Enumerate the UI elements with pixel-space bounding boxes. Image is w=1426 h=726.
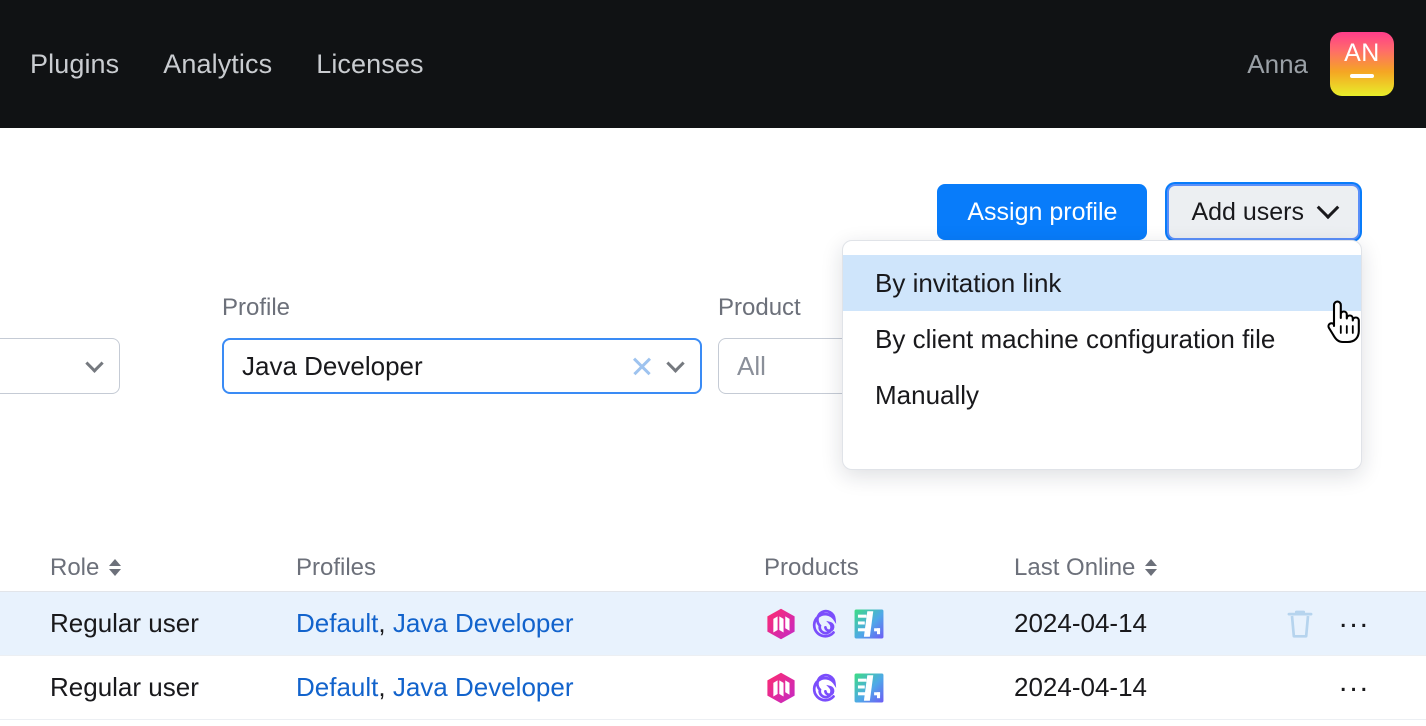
table-header-row: Role Profiles Products Last Online bbox=[0, 544, 1426, 592]
column-header-last-online-label: Last Online bbox=[1014, 554, 1135, 582]
more-actions-icon[interactable]: ... bbox=[1339, 603, 1370, 645]
users-table: Role Profiles Products Last Online Regul… bbox=[0, 544, 1426, 720]
rubymine-spiral-icon bbox=[808, 671, 842, 705]
add-users-dropdown-menu: By invitation link By client machine con… bbox=[842, 240, 1362, 470]
column-header-last-online[interactable]: Last Online bbox=[1014, 554, 1274, 582]
cell-role: Regular user bbox=[50, 672, 296, 703]
add-users-button[interactable]: Add users bbox=[1167, 184, 1360, 240]
menu-item-by-invitation-link[interactable]: By invitation link bbox=[843, 255, 1361, 311]
avatar[interactable]: AN bbox=[1330, 32, 1394, 96]
datagrip-square-icon bbox=[852, 607, 886, 641]
sort-icon[interactable] bbox=[1145, 559, 1157, 576]
menu-item-manually[interactable]: Manually bbox=[843, 367, 1361, 423]
chevron-down-icon[interactable] bbox=[85, 354, 103, 372]
assign-profile-button[interactable]: Assign profile bbox=[937, 184, 1147, 240]
primary-nav-links: Plugins Analytics Licenses bbox=[30, 49, 424, 80]
nav-link-licenses[interactable]: Licenses bbox=[316, 49, 423, 80]
chevron-down-icon bbox=[1317, 196, 1340, 219]
chevron-down-icon[interactable] bbox=[666, 354, 684, 372]
cell-products bbox=[764, 671, 1014, 705]
table-row[interactable]: Regular user Default, Java Developer bbox=[0, 656, 1426, 720]
avatar-initials: AN bbox=[1344, 41, 1380, 66]
filter-label-product: Product bbox=[718, 294, 801, 322]
profile-link-java-developer[interactable]: Java Developer bbox=[393, 608, 574, 639]
nuget-hexagon-icon bbox=[764, 671, 798, 705]
column-header-role[interactable]: Role bbox=[50, 554, 296, 582]
user-account-area: Anna AN bbox=[1247, 32, 1394, 96]
datagrip-square-icon bbox=[852, 671, 886, 705]
sort-icon[interactable] bbox=[109, 559, 121, 576]
row-action-buttons: ... bbox=[1339, 667, 1370, 709]
page-action-buttons: Assign profile Add users bbox=[937, 184, 1360, 240]
nav-link-plugins[interactable]: Plugins bbox=[30, 49, 119, 80]
cell-profiles: Default, Java Developer bbox=[296, 608, 764, 639]
filter-icons-profile bbox=[631, 355, 682, 377]
filter-value-profile: Java Developer bbox=[242, 351, 423, 382]
more-actions-icon[interactable]: ... bbox=[1339, 667, 1370, 709]
user-name-label: Anna bbox=[1247, 49, 1308, 80]
avatar-underscore-mark bbox=[1350, 74, 1374, 78]
column-header-products[interactable]: Products bbox=[764, 554, 1014, 582]
filter-field-partial-left[interactable] bbox=[0, 338, 120, 394]
clear-icon[interactable] bbox=[631, 355, 653, 377]
rubymine-spiral-icon bbox=[808, 607, 842, 641]
filter-icons-partial-left bbox=[88, 360, 101, 373]
cell-products bbox=[764, 607, 1014, 641]
cell-last-online: 2024-04-14 bbox=[1014, 608, 1274, 639]
filter-label-profile: Profile bbox=[222, 294, 290, 322]
table-row[interactable]: Regular user Default, Java Developer bbox=[0, 592, 1426, 656]
column-header-role-label: Role bbox=[50, 554, 99, 582]
product-icon-list bbox=[764, 671, 886, 705]
profile-link-default[interactable]: Default bbox=[296, 672, 378, 703]
delete-icon[interactable] bbox=[1285, 608, 1315, 640]
cell-profiles: Default, Java Developer bbox=[296, 672, 764, 703]
filter-field-profile[interactable]: Java Developer bbox=[222, 338, 702, 394]
add-users-label: Add users bbox=[1191, 198, 1304, 227]
top-navigation-bar: Plugins Analytics Licenses Anna AN bbox=[0, 0, 1426, 128]
row-action-buttons: ... bbox=[1285, 603, 1370, 645]
column-header-profiles-label: Profiles bbox=[296, 554, 376, 582]
cell-role: Regular user bbox=[50, 608, 296, 639]
menu-item-by-client-machine-configuration-file[interactable]: By client machine configuration file bbox=[843, 311, 1361, 367]
nuget-hexagon-icon bbox=[764, 607, 798, 641]
cell-last-online: 2024-04-14 bbox=[1014, 672, 1274, 703]
filter-value-product: All bbox=[737, 351, 766, 382]
product-icon-list bbox=[764, 607, 886, 641]
nav-link-analytics[interactable]: Analytics bbox=[163, 49, 272, 80]
column-header-products-label: Products bbox=[764, 554, 859, 582]
column-header-profiles[interactable]: Profiles bbox=[296, 554, 764, 582]
profile-link-java-developer[interactable]: Java Developer bbox=[393, 672, 574, 703]
profile-link-default[interactable]: Default bbox=[296, 608, 378, 639]
